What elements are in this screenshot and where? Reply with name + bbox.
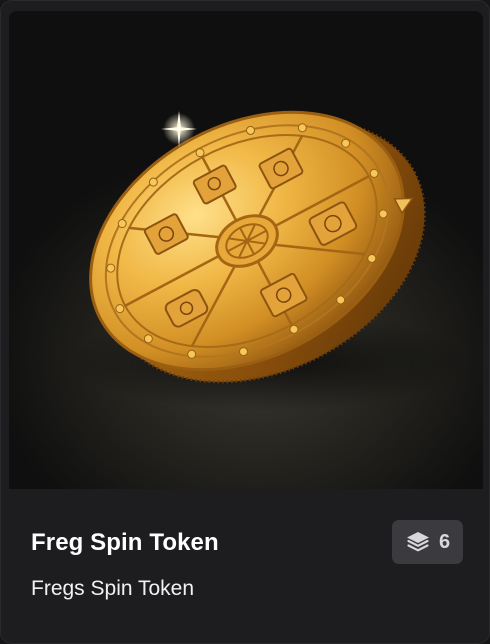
quantity-badge: 6	[392, 520, 463, 564]
token-info: Freg Spin Token Fregs Spin Token 6	[1, 489, 489, 643]
quantity-count: 6	[438, 530, 451, 553]
token-title: Freg Spin Token	[31, 529, 219, 556]
token-card[interactable]: Freg Spin Token Fregs Spin Token 6	[0, 0, 490, 644]
token-image[interactable]	[9, 11, 483, 489]
gold-coin-token-image	[69, 110, 469, 411]
layers-icon	[405, 530, 431, 554]
token-subtitle: Fregs Spin Token	[31, 577, 195, 600]
